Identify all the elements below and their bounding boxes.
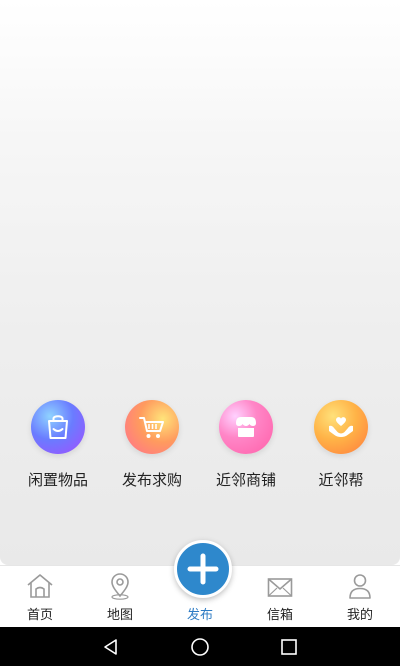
shopping-bag-icon	[31, 400, 85, 454]
tab-mailbox[interactable]: 信箱	[240, 571, 320, 625]
shopping-cart-icon	[125, 400, 179, 454]
nav-home-button[interactable]	[189, 636, 211, 658]
system-nav-bar	[0, 627, 400, 666]
action-neighbor-help[interactable]: 近邻帮	[296, 400, 386, 490]
nav-back-button[interactable]	[100, 636, 122, 658]
tab-home[interactable]: 首页	[0, 571, 80, 625]
plus-icon	[187, 553, 219, 585]
tab-label: 信箱	[266, 608, 293, 623]
home-circle-icon	[191, 638, 209, 656]
tab-me[interactable]: 我的	[320, 571, 400, 625]
tab-label: 发布	[186, 608, 213, 623]
action-label: 闲置物品	[27, 471, 88, 489]
recents-square-icon	[281, 639, 297, 655]
user-icon	[349, 574, 371, 599]
map-pin-icon	[111, 573, 129, 600]
nav-recents-button[interactable]	[278, 636, 300, 658]
tab-label: 首页	[26, 608, 53, 623]
action-idle-items[interactable]: 闲置物品	[13, 400, 103, 490]
helping-hands-icon	[314, 400, 368, 454]
action-label: 发布求购	[121, 471, 182, 489]
action-nearby-shops[interactable]: 近邻商铺	[201, 400, 291, 490]
tab-label: 我的	[346, 608, 373, 623]
action-post-purchase-request[interactable]: 发布求购	[107, 400, 197, 490]
action-label: 近邻帮	[318, 471, 364, 489]
back-triangle-icon	[104, 639, 117, 655]
home-icon	[27, 574, 53, 598]
tab-label: 地图	[106, 608, 133, 623]
action-label: 近邻商铺	[215, 471, 276, 489]
tab-map[interactable]: 地图	[80, 571, 160, 625]
shop-icon	[219, 400, 273, 454]
publish-menu-panel: 闲置物品 发布求购 近邻商铺 近邻帮	[0, 0, 400, 565]
publish-plus-button[interactable]	[174, 540, 232, 598]
mail-icon	[267, 578, 293, 597]
